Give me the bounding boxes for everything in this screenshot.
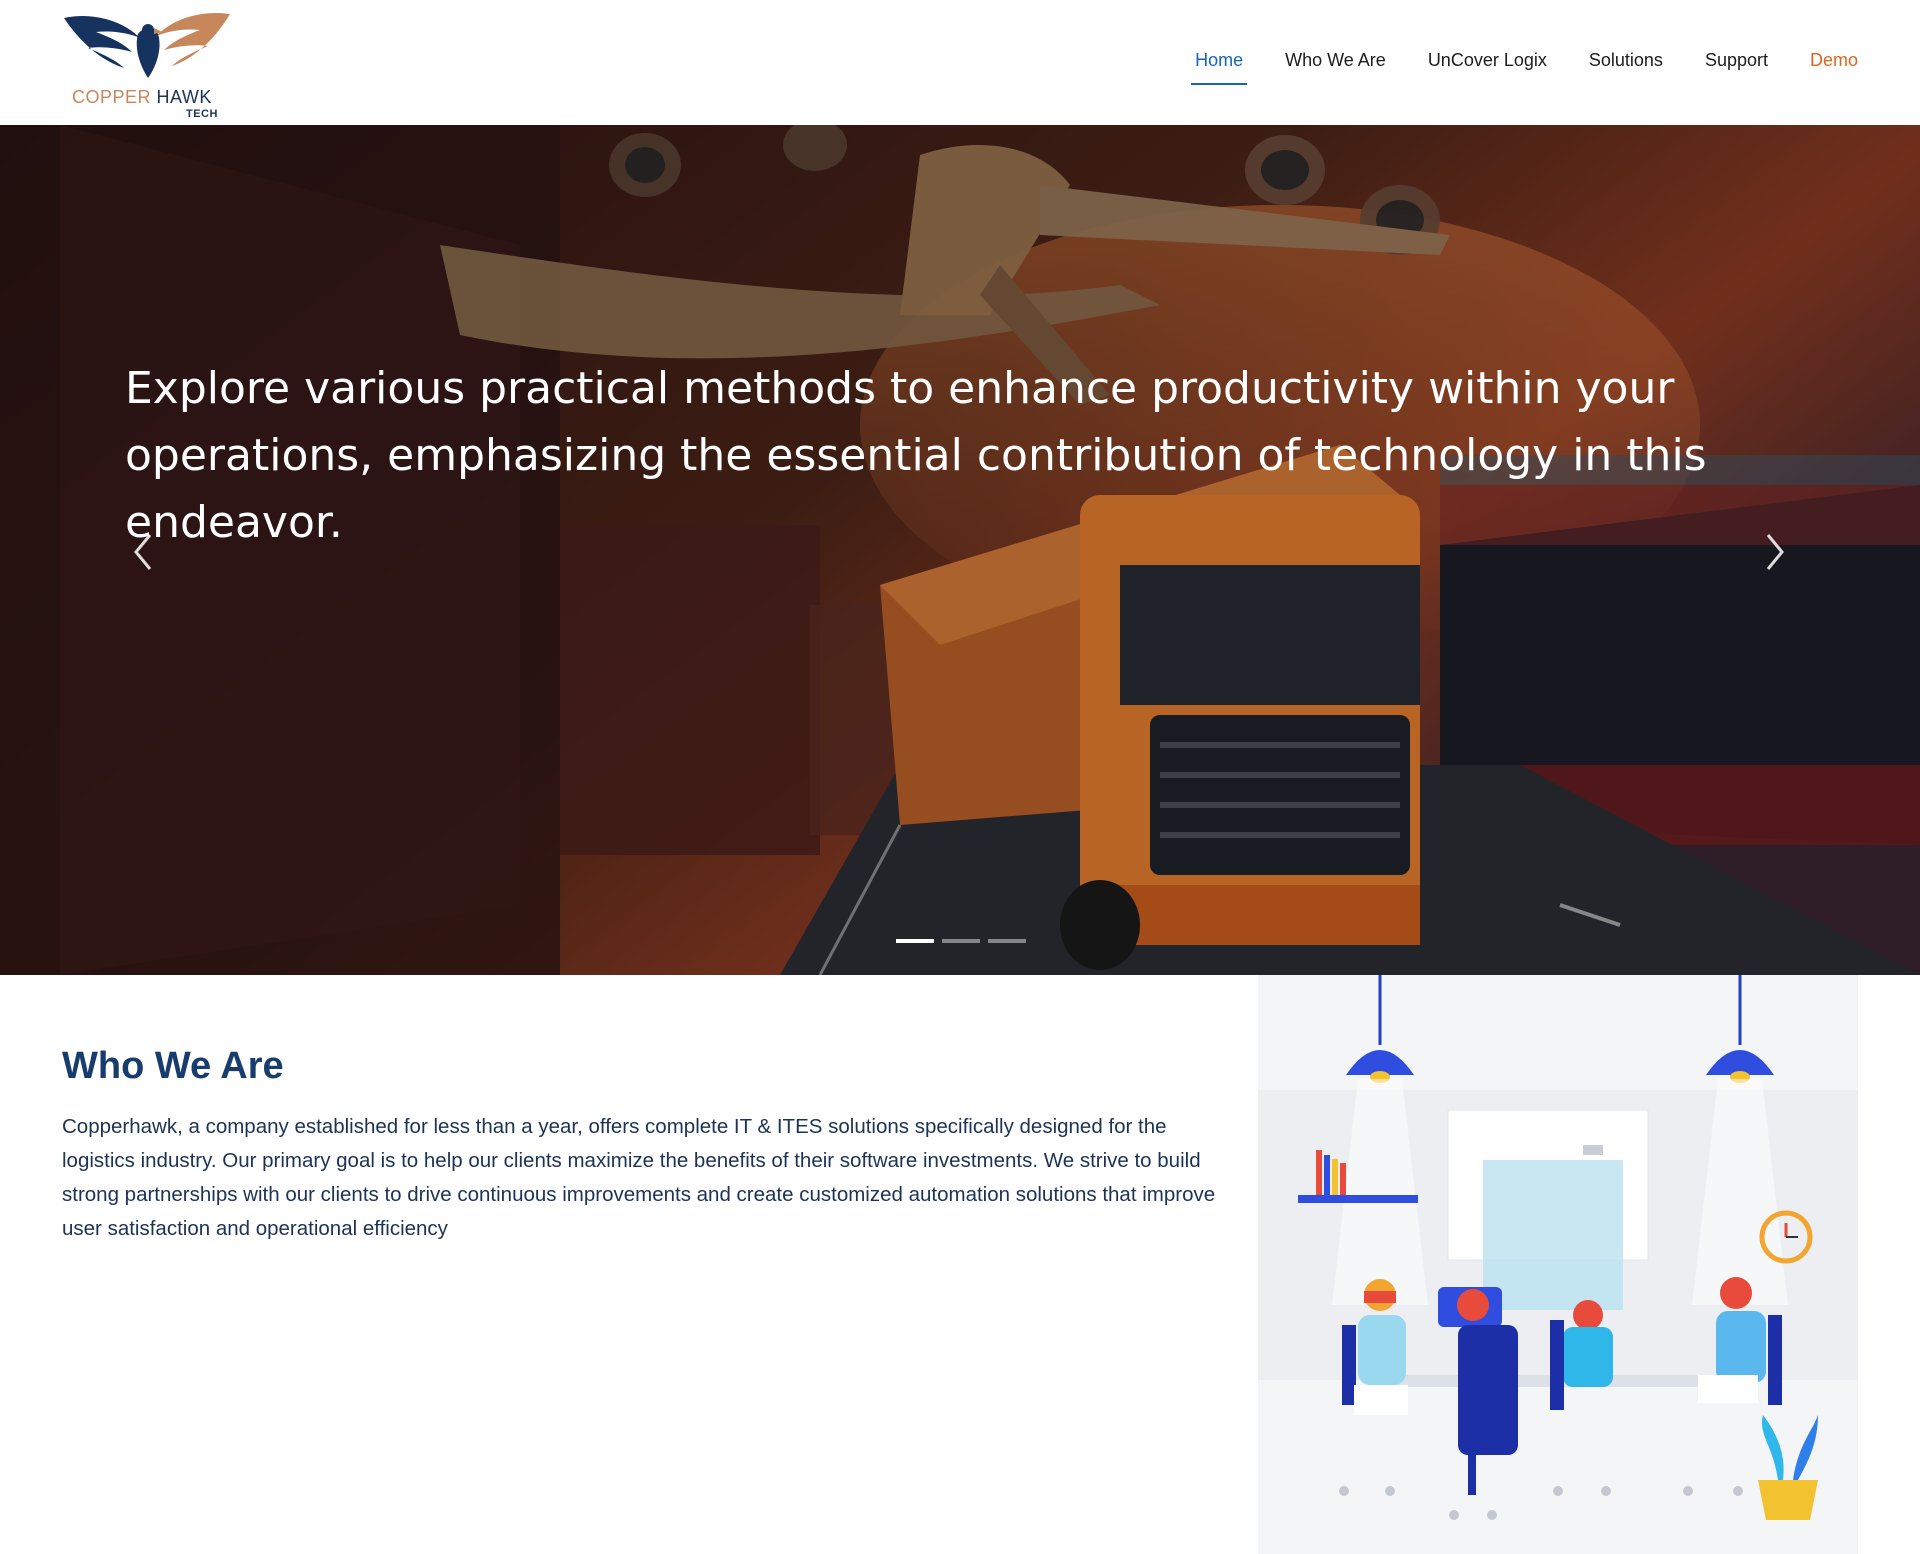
nav-support[interactable]: Support xyxy=(1684,50,1789,85)
logo-word-hawk: HAWK xyxy=(156,87,212,107)
site-header: COPPER HAWK TECH Home Who We Are UnCover… xyxy=(0,0,1920,125)
carousel-indicators xyxy=(896,939,1026,943)
carousel-indicator-3[interactable] xyxy=(988,939,1026,943)
chevron-left-icon xyxy=(134,534,152,570)
carousel-indicator-2[interactable] xyxy=(942,939,980,943)
copper-hawk-logo[interactable]: COPPER HAWK TECH xyxy=(62,8,232,120)
carousel-next-button[interactable] xyxy=(1760,527,1790,577)
nav-who-we-are[interactable]: Who We Are xyxy=(1264,50,1407,85)
who-we-are-description: Copperhawk, a company established for le… xyxy=(62,1115,1216,1240)
hero-headline: Explore various practical methods to enh… xyxy=(125,363,1707,548)
nav-home[interactable]: Home xyxy=(1174,50,1264,85)
carousel-prev-button[interactable] xyxy=(128,527,158,577)
nav-demo[interactable]: Demo xyxy=(1789,50,1858,85)
main-nav: Home Who We Are UnCover Logix Solutions … xyxy=(1174,50,1858,85)
logo-subtitle: TECH xyxy=(186,108,218,120)
carousel-indicator-1[interactable] xyxy=(896,939,934,943)
nav-uncover-logix[interactable]: UnCover Logix xyxy=(1407,50,1568,85)
team-meeting-illustration xyxy=(1258,975,1858,1554)
hawk-emblem-icon xyxy=(64,12,230,78)
chevron-right-icon xyxy=(1766,534,1784,570)
logo-word-copper: COPPER xyxy=(72,87,152,107)
who-we-are-title: Who We Are xyxy=(62,1045,284,1087)
nav-solutions[interactable]: Solutions xyxy=(1568,50,1684,85)
hero-carousel: Explore various practical methods to enh… xyxy=(0,125,1920,975)
logo-wordmark: COPPER HAWK xyxy=(72,87,212,108)
